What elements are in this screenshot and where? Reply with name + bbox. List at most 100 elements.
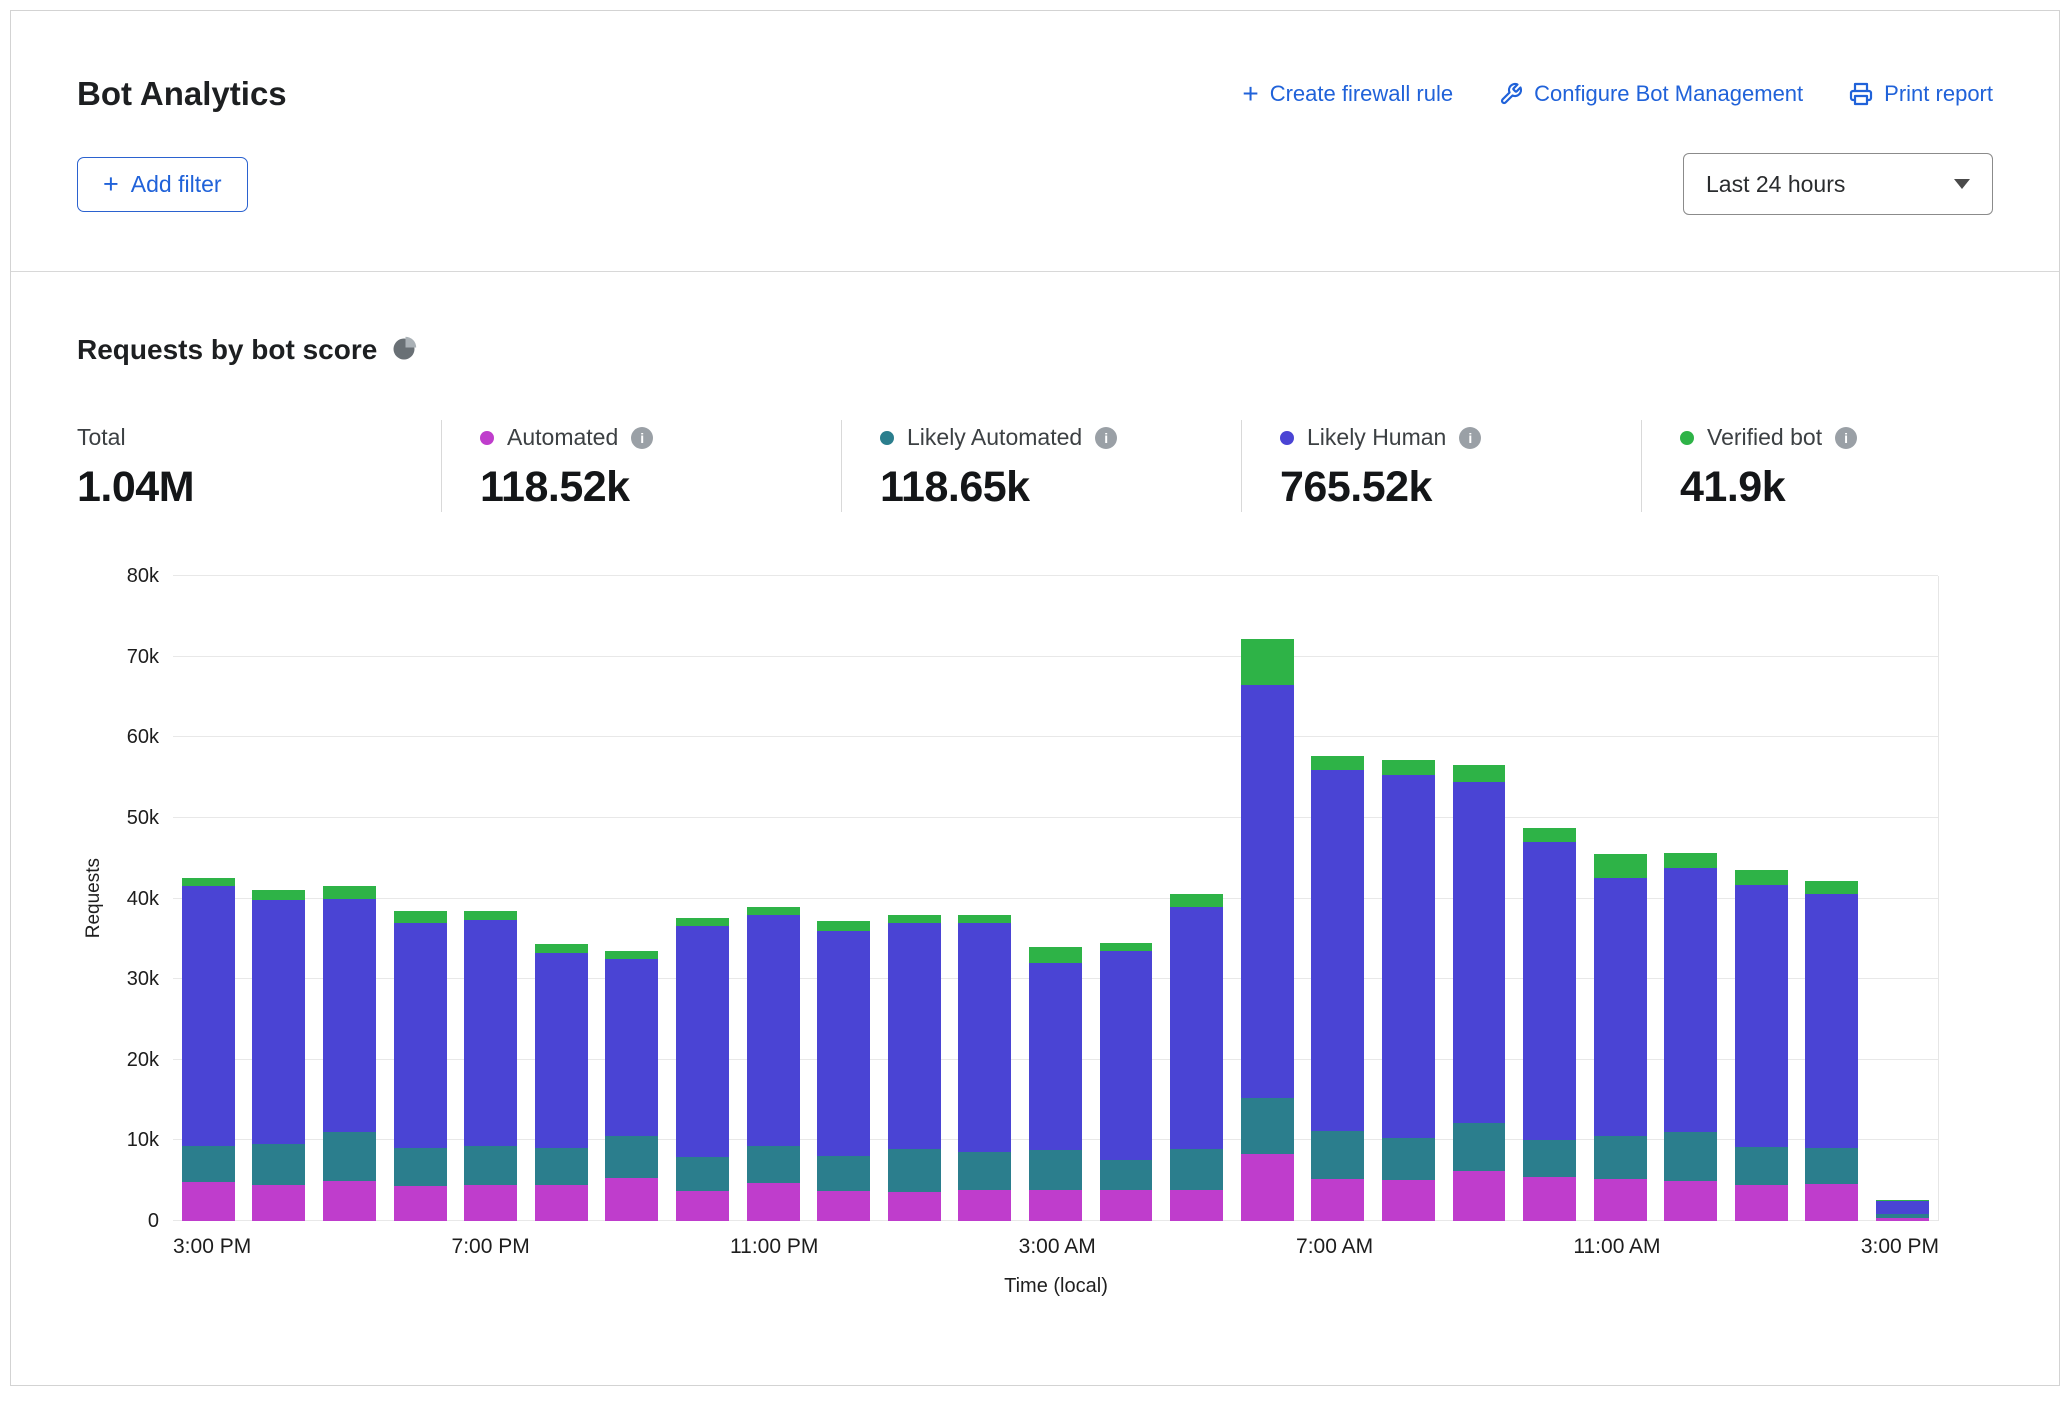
stacked-bar[interactable] — [1735, 576, 1788, 1221]
bar-segment-automated[interactable] — [1523, 1177, 1576, 1221]
bar-segment-automated[interactable] — [1029, 1190, 1082, 1221]
create-firewall-rule-link[interactable]: + Create firewall rule — [1242, 80, 1453, 108]
bar-segment-likely-automated[interactable] — [817, 1156, 870, 1191]
bar-segment-verified-bot[interactable] — [676, 918, 729, 926]
bar-segment-automated[interactable] — [958, 1190, 1011, 1221]
bar-segment-automated[interactable] — [1170, 1190, 1223, 1221]
bar-segment-likely-human[interactable] — [1170, 907, 1223, 1150]
bar-segment-automated[interactable] — [535, 1185, 588, 1221]
bar-segment-likely-human[interactable] — [1876, 1201, 1929, 1214]
bar-segment-verified-bot[interactable] — [182, 878, 235, 886]
stacked-bar[interactable] — [1664, 576, 1717, 1221]
bar-segment-likely-human[interactable] — [323, 899, 376, 1133]
bar-segment-likely-human[interactable] — [1805, 894, 1858, 1148]
bar-segment-likely-human[interactable] — [1453, 782, 1506, 1124]
stacked-bar[interactable] — [394, 576, 447, 1221]
bar-segment-verified-bot[interactable] — [252, 890, 305, 900]
bar-segment-likely-automated[interactable] — [535, 1148, 588, 1184]
bar-segment-verified-bot[interactable] — [1735, 870, 1788, 885]
bar-segment-automated[interactable] — [323, 1181, 376, 1221]
bar-segment-automated[interactable] — [464, 1185, 517, 1221]
bar-segment-likely-automated[interactable] — [464, 1146, 517, 1185]
bar-segment-likely-human[interactable] — [1311, 770, 1364, 1131]
bar-segment-likely-automated[interactable] — [1664, 1132, 1717, 1180]
info-icon[interactable] — [1835, 427, 1857, 449]
bar-segment-verified-bot[interactable] — [888, 915, 941, 923]
stacked-bar[interactable] — [1805, 576, 1858, 1221]
bar-segment-likely-automated[interactable] — [1805, 1148, 1858, 1183]
bar-segment-likely-automated[interactable] — [747, 1146, 800, 1183]
bar-segment-likely-human[interactable] — [464, 920, 517, 1146]
bar-segment-verified-bot[interactable] — [958, 915, 1011, 923]
print-report-link[interactable]: Print report — [1849, 81, 1993, 107]
bar-segment-likely-automated[interactable] — [1453, 1123, 1506, 1171]
bar-segment-likely-automated[interactable] — [1029, 1150, 1082, 1190]
stacked-bar[interactable] — [1029, 576, 1082, 1221]
stacked-bar[interactable] — [323, 576, 376, 1221]
bar-segment-automated[interactable] — [1876, 1218, 1929, 1221]
bar-segment-likely-human[interactable] — [817, 931, 870, 1156]
bar-segment-likely-human[interactable] — [1523, 842, 1576, 1140]
add-filter-button[interactable]: + Add filter — [77, 157, 248, 212]
bar-segment-likely-automated[interactable] — [605, 1136, 658, 1178]
bar-segment-verified-bot[interactable] — [1029, 947, 1082, 963]
bar-segment-automated[interactable] — [1805, 1184, 1858, 1221]
bar-segment-likely-automated[interactable] — [1241, 1098, 1294, 1154]
bar-segment-likely-human[interactable] — [958, 923, 1011, 1153]
info-icon[interactable] — [631, 427, 653, 449]
stacked-bar[interactable] — [1523, 576, 1576, 1221]
bar-segment-automated[interactable] — [182, 1182, 235, 1221]
bar-segment-likely-automated[interactable] — [888, 1149, 941, 1192]
bar-segment-likely-human[interactable] — [888, 923, 941, 1150]
stacked-bar[interactable] — [958, 576, 1011, 1221]
bar-segment-automated[interactable] — [1664, 1181, 1717, 1221]
stacked-bar[interactable] — [1876, 576, 1929, 1221]
bar-segment-likely-automated[interactable] — [1100, 1160, 1153, 1190]
bar-segment-automated[interactable] — [1735, 1185, 1788, 1221]
info-icon[interactable] — [1459, 427, 1481, 449]
bar-segment-automated[interactable] — [252, 1185, 305, 1221]
stacked-bar[interactable] — [1453, 576, 1506, 1221]
bar-segment-likely-automated[interactable] — [1382, 1138, 1435, 1180]
bar-segment-automated[interactable] — [747, 1183, 800, 1221]
bar-segment-likely-automated[interactable] — [394, 1148, 447, 1186]
stacked-bar[interactable] — [888, 576, 941, 1221]
bar-segment-likely-automated[interactable] — [323, 1132, 376, 1180]
bar-segment-verified-bot[interactable] — [394, 911, 447, 923]
stacked-bar[interactable] — [676, 576, 729, 1221]
bar-segment-likely-human[interactable] — [1029, 963, 1082, 1150]
bar-segment-verified-bot[interactable] — [1170, 894, 1223, 906]
bar-segment-likely-automated[interactable] — [958, 1152, 1011, 1189]
bar-segment-automated[interactable] — [1241, 1154, 1294, 1221]
stacked-bar[interactable] — [1594, 576, 1647, 1221]
bar-segment-likely-automated[interactable] — [1170, 1149, 1223, 1189]
bar-segment-verified-bot[interactable] — [464, 911, 517, 921]
bar-segment-automated[interactable] — [1382, 1180, 1435, 1221]
bar-segment-verified-bot[interactable] — [1453, 765, 1506, 781]
bar-segment-verified-bot[interactable] — [1241, 639, 1294, 685]
info-icon[interactable] — [1095, 427, 1117, 449]
bar-segment-verified-bot[interactable] — [605, 951, 658, 959]
bar-segment-likely-human[interactable] — [1664, 868, 1717, 1132]
bar-segment-automated[interactable] — [888, 1192, 941, 1221]
stacked-bar[interactable] — [1311, 576, 1364, 1221]
bar-segment-likely-automated[interactable] — [676, 1157, 729, 1191]
time-range-select[interactable]: Last 24 hours — [1683, 153, 1993, 215]
bar-segment-automated[interactable] — [676, 1191, 729, 1221]
bar-segment-automated[interactable] — [1594, 1179, 1647, 1221]
stacked-bar[interactable] — [252, 576, 305, 1221]
bar-segment-likely-automated[interactable] — [1523, 1140, 1576, 1176]
bar-segment-verified-bot[interactable] — [1100, 943, 1153, 951]
bar-segment-automated[interactable] — [605, 1178, 658, 1221]
stacked-bar[interactable] — [535, 576, 588, 1221]
stacked-bar[interactable] — [464, 576, 517, 1221]
stacked-bar[interactable] — [1100, 576, 1153, 1221]
bar-segment-likely-automated[interactable] — [1735, 1147, 1788, 1185]
bar-segment-likely-human[interactable] — [1735, 885, 1788, 1147]
bar-segment-verified-bot[interactable] — [1664, 853, 1717, 868]
bar-segment-likely-human[interactable] — [535, 953, 588, 1149]
bar-segment-automated[interactable] — [1311, 1179, 1364, 1221]
bar-segment-automated[interactable] — [1453, 1171, 1506, 1221]
bar-segment-verified-bot[interactable] — [323, 886, 376, 898]
bar-segment-likely-human[interactable] — [605, 959, 658, 1136]
